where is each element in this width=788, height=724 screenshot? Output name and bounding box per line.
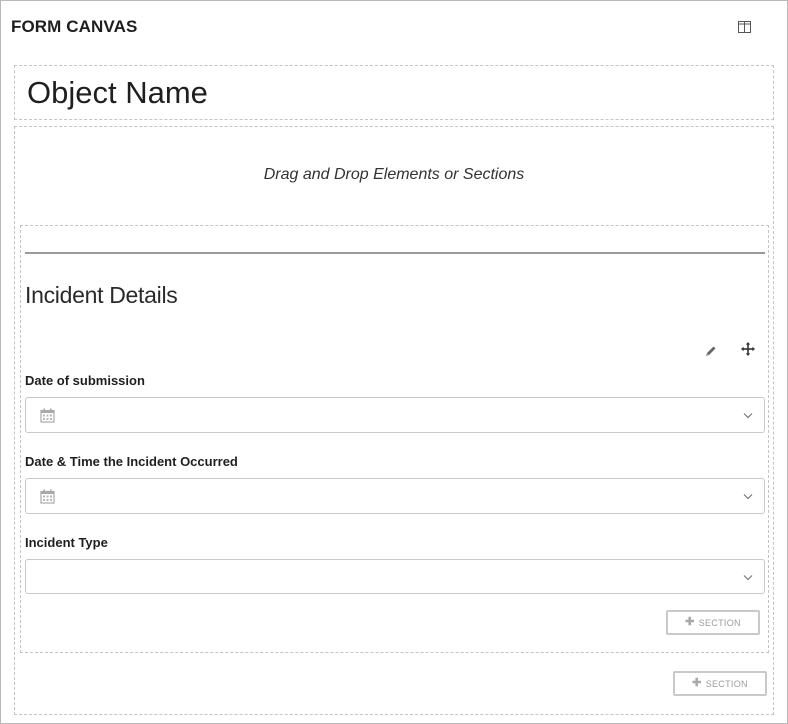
section-container[interactable]: Incident Details Date of submission Date… (20, 225, 769, 653)
add-section-label: SECTION (698, 617, 741, 628)
section-heading: Incident Details (25, 282, 178, 308)
add-section-button[interactable]: ✚ SECTION (666, 610, 760, 635)
add-section-button-canvas[interactable]: ✚ SECTION (673, 671, 767, 696)
split-panel-icon[interactable] (738, 21, 751, 33)
pencil-icon[interactable] (704, 344, 718, 358)
incident-datetime-field[interactable] (25, 478, 765, 514)
move-arrows-icon[interactable] (741, 342, 755, 356)
plus-icon: ✚ (692, 677, 702, 689)
object-name-title: Object Name (27, 75, 208, 110)
plus-icon: ✚ (685, 616, 695, 628)
chevron-down-icon[interactable] (743, 493, 753, 500)
object-name-area[interactable]: Object Name (14, 65, 774, 120)
chevron-down-icon[interactable] (743, 574, 753, 581)
chevron-down-icon[interactable] (743, 412, 753, 419)
section-divider (25, 252, 765, 254)
drop-hint-text: Drag and Drop Elements or Sections (263, 166, 525, 183)
canvas-drop-zone[interactable]: Drag and Drop Elements or Sections Incid… (14, 126, 774, 715)
form-canvas-panel: FORM CANVAS Object Name Drag and Drop El… (0, 0, 788, 724)
add-section-label: SECTION (705, 678, 748, 689)
incident-datetime-label: Date & Time the Incident Occurred (25, 454, 238, 469)
calendar-icon[interactable] (40, 408, 55, 423)
calendar-icon[interactable] (40, 489, 55, 504)
incident-type-label: Incident Type (25, 535, 108, 550)
date-of-submission-label: Date of submission (25, 373, 145, 388)
incident-type-select[interactable] (25, 559, 765, 594)
panel-title: FORM CANVAS (11, 17, 138, 36)
date-of-submission-field[interactable] (25, 397, 765, 433)
